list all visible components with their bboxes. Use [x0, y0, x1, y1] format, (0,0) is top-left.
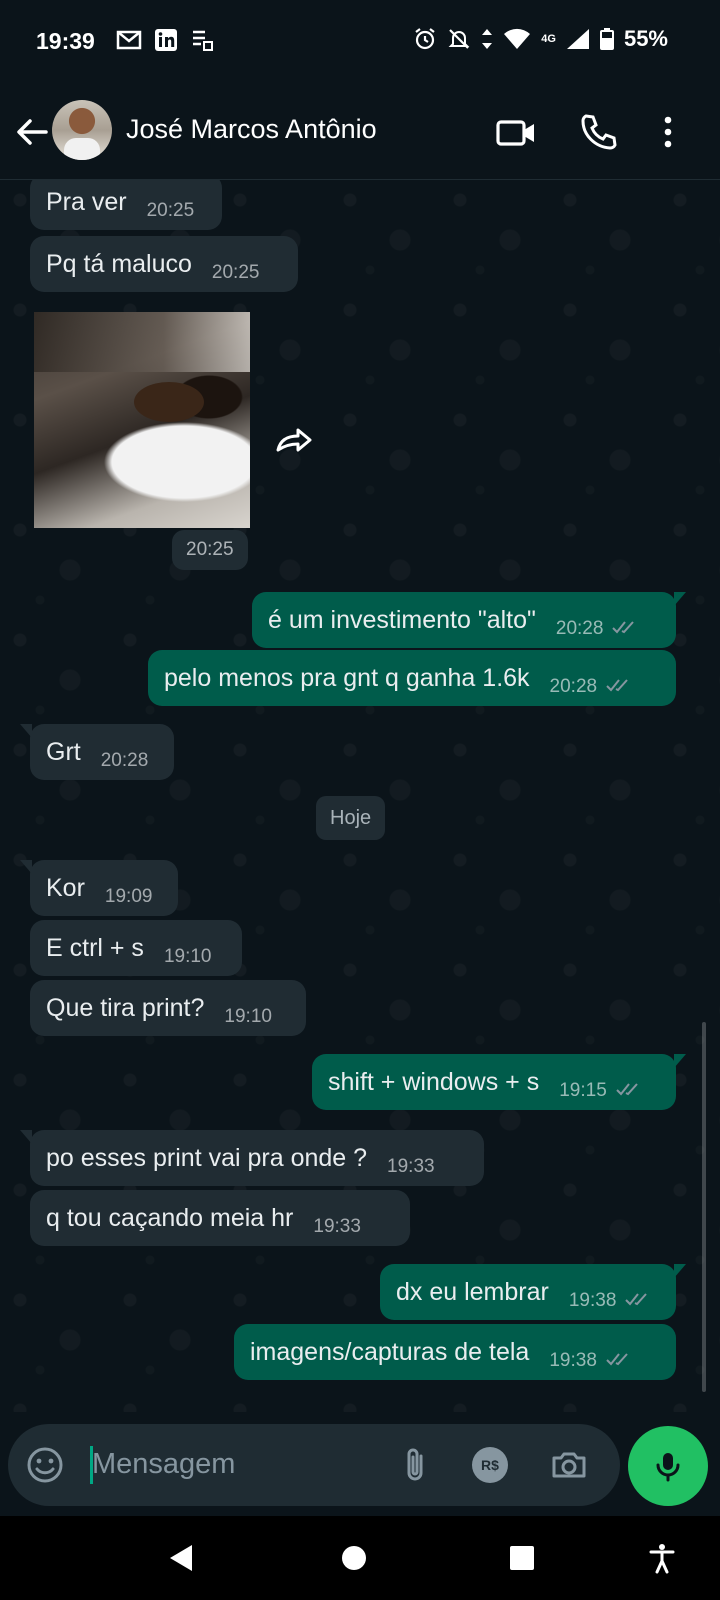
nav-home-icon[interactable] [338, 1542, 370, 1574]
date-divider: Hoje [316, 796, 386, 840]
task-list-icon [193, 30, 213, 51]
alarm-icon [415, 28, 435, 50]
message-outgoing[interactable]: dx eu lembrar 19:38 [380, 1264, 686, 1320]
message-incoming[interactable]: Que tira print? 19:10 [30, 980, 306, 1036]
message-outgoing[interactable]: é um investimento "alto" 20:28 [252, 592, 686, 648]
contact-name[interactable]: José Marcos Antônio [126, 114, 377, 145]
message-text: pelo menos pra gnt q ganha 1.6k [164, 663, 530, 692]
message-input[interactable]: Mensagem [92, 1448, 235, 1481]
read-ticks-icon [606, 679, 628, 692]
message-time: 20:28 [100, 750, 149, 771]
read-ticks-icon [616, 1083, 638, 1096]
signal-icon [566, 29, 589, 49]
status-time: 19:39 [36, 28, 95, 54]
camera-icon[interactable] [548, 1444, 590, 1486]
message-incoming[interactable]: Pq tá maluco 20:25 [30, 236, 298, 292]
message-text: dx eu lembrar [396, 1277, 549, 1306]
message-text: Kor [46, 873, 85, 902]
chat-header: José Marcos Antônio [0, 84, 720, 180]
message-text: E ctrl + s [46, 933, 144, 962]
message-time: 20:25 [146, 200, 195, 221]
more-vert-icon[interactable] [646, 110, 690, 154]
composer-bar: Mensagem R$ [8, 1424, 620, 1506]
message-time: 19:38 [568, 1290, 617, 1311]
payment-icon[interactable]: R$ [472, 1447, 508, 1483]
mic-button[interactable] [628, 1426, 708, 1506]
read-ticks-icon [606, 1353, 628, 1366]
message-time: 19:33 [387, 1156, 435, 1177]
message-time: 19:33 [313, 1216, 361, 1237]
message-text: é um investimento "alto" [268, 605, 536, 634]
message-list[interactable]: Pra ver 20:25 Pq tá maluco 20:25 20:25 é… [0, 180, 720, 1412]
message-text: Grt [46, 737, 81, 766]
scrollbar[interactable] [702, 1022, 706, 1392]
message-time: 19:10 [224, 1006, 272, 1027]
status-right: 4G 55% [413, 26, 668, 52]
message-time: 19:38 [549, 1350, 597, 1371]
message-incoming[interactable]: Kor 19:09 [20, 860, 178, 916]
notification-icons [116, 28, 214, 52]
message-incoming[interactable]: Pra ver 20:25 [30, 180, 222, 230]
data-arrows-icon [482, 29, 493, 49]
message-text: Que tira print? [46, 993, 205, 1022]
image-message-time: 20:25 [172, 530, 248, 570]
message-text: shift + windows + s [328, 1067, 540, 1096]
message-text: imagens/capturas de tela [250, 1337, 530, 1366]
message-time: 19:09 [104, 886, 153, 907]
message-outgoing[interactable]: shift + windows + s 19:15 [312, 1054, 686, 1110]
status-bar: 19:39 4G 55% [0, 0, 720, 84]
nav-recents-icon[interactable] [506, 1542, 538, 1574]
attach-icon[interactable] [394, 1444, 436, 1486]
mute-bell-icon [448, 29, 470, 49]
video-call-icon[interactable] [494, 110, 538, 154]
nav-back-icon[interactable] [166, 1542, 198, 1574]
mic-icon [656, 1453, 680, 1482]
forward-icon[interactable] [274, 424, 314, 454]
read-ticks-icon [612, 621, 635, 634]
accessibility-icon[interactable] [646, 1542, 678, 1574]
message-incoming[interactable]: q tou caçando meia hr 19:33 [30, 1190, 410, 1246]
message-text: q tou caçando meia hr [46, 1203, 294, 1232]
message-incoming[interactable]: Grt 20:28 [20, 724, 174, 780]
message-time: 20:25 [211, 262, 260, 283]
message-time: 19:15 [559, 1080, 607, 1101]
message-time: 20:28 [555, 618, 604, 639]
emoji-icon[interactable] [24, 1444, 66, 1486]
message-outgoing[interactable]: imagens/capturas de tela 19:38 [234, 1324, 676, 1380]
wifi-icon [504, 28, 531, 49]
network-type: 4G [541, 33, 556, 45]
message-text: Pq tá maluco [46, 249, 192, 278]
linkedin-icon [155, 29, 177, 51]
message-incoming[interactable]: po esses print vai pra onde ? 19:33 [20, 1130, 484, 1186]
battery-icon [599, 28, 614, 50]
message-incoming[interactable]: E ctrl + s 19:10 [30, 920, 242, 976]
contact-avatar[interactable] [52, 100, 112, 160]
phone-icon[interactable] [576, 110, 620, 154]
image-message[interactable] [34, 312, 250, 528]
message-outgoing[interactable]: pelo menos pra gnt q ganha 1.6k 20:28 [148, 650, 676, 706]
message-time: 19:10 [163, 946, 212, 967]
gmail-icon [116, 30, 142, 50]
message-time: 20:28 [549, 676, 598, 697]
message-text: Pra ver [46, 187, 127, 216]
read-ticks-icon [625, 1293, 648, 1306]
back-arrow-icon[interactable] [12, 112, 52, 152]
system-nav-bar [0, 1516, 720, 1600]
message-text: po esses print vai pra onde ? [46, 1143, 368, 1172]
payment-label: R$ [481, 1457, 499, 1473]
battery-percent: 55% [623, 26, 668, 51]
